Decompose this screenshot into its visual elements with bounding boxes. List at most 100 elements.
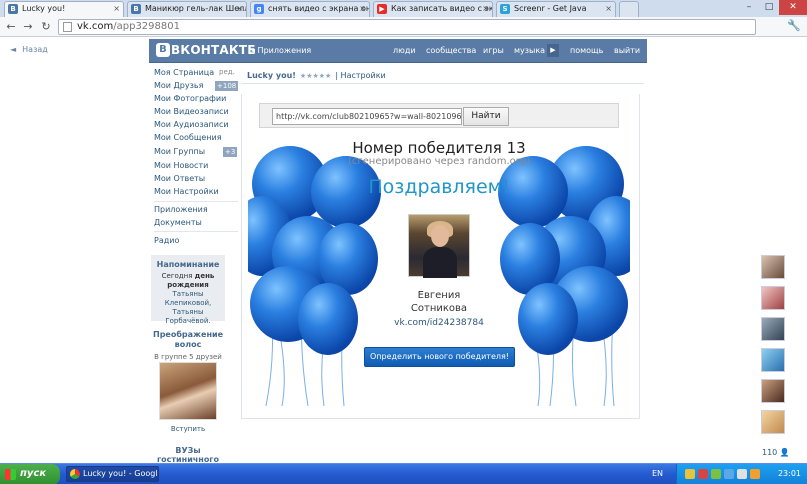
sidebar-item-audio[interactable]: Мои Аудиозаписи bbox=[154, 120, 229, 129]
friend-avatar[interactable] bbox=[761, 379, 785, 403]
friends-badge[interactable]: +108 bbox=[215, 81, 239, 91]
sidebar-item-radio[interactable]: Радио bbox=[154, 236, 179, 245]
close-icon[interactable]: × bbox=[605, 2, 612, 16]
sidebar-item-messages[interactable]: Мои Сообщения bbox=[154, 133, 222, 142]
tray-icon[interactable] bbox=[711, 469, 721, 479]
network-icon[interactable] bbox=[750, 469, 760, 479]
vk-logo-text: ВКОНТАКТЕ bbox=[171, 43, 256, 57]
sidebar-ad[interactable]: Преображение волос В группе 5 друзей Всту… bbox=[151, 330, 225, 433]
app-title-bar: Lucky you! ★★★★★ | Настройки bbox=[247, 71, 386, 80]
search-bar: http://vk.com/club80210965?w=wall-802109… bbox=[259, 103, 619, 128]
ad-title-line: Преображение bbox=[153, 330, 223, 339]
tab-label: Screenr - Get Java bbox=[514, 4, 587, 13]
tray-icon[interactable] bbox=[698, 469, 708, 479]
friend-avatar[interactable] bbox=[761, 410, 785, 434]
reminder-person-link[interactable]: Татьяны bbox=[172, 308, 203, 316]
tab-label: Как записать видео с экрана bbox=[391, 4, 492, 13]
sidebar-item-my-page[interactable]: Моя Страница bbox=[154, 68, 214, 77]
sidebar-item-apps[interactable]: Приложения bbox=[154, 205, 208, 214]
app-settings-link[interactable]: | Настройки bbox=[335, 71, 385, 80]
avatar-face bbox=[431, 225, 449, 247]
join-link[interactable]: Вступить bbox=[151, 425, 225, 433]
friend-avatar[interactable] bbox=[761, 286, 785, 310]
wrench-icon[interactable]: 🔧 bbox=[787, 19, 801, 32]
sidebar-ad-2[interactable]: ВУЗы гостиничного bbox=[151, 446, 225, 464]
sidebar-item-documents[interactable]: Документы bbox=[154, 218, 202, 227]
winner-avatar[interactable] bbox=[408, 214, 470, 278]
ad2-title: ВУЗы bbox=[175, 446, 201, 455]
clock[interactable]: 23:01 bbox=[778, 469, 801, 478]
sidebar-item-friends[interactable]: Мои Друзья bbox=[154, 81, 203, 90]
apps-link[interactable]: ◂ Приложения bbox=[251, 46, 311, 55]
winner-first-name: Евгения bbox=[417, 290, 461, 301]
friends-count[interactable]: 110 👤 bbox=[762, 448, 790, 457]
minimize-button[interactable]: – bbox=[739, 0, 759, 15]
menu-games[interactable]: игры bbox=[483, 46, 504, 55]
tab-google-search[interactable]: g снять видео с экрана онлайн × bbox=[250, 1, 370, 17]
system-tray: EN 23:01 bbox=[652, 464, 807, 484]
browser-tab-bar: В Lucky you! × В Маникюр гель-лак Шеллак… bbox=[0, 0, 807, 17]
reminder-person-link[interactable]: Горбачёвой. bbox=[165, 317, 210, 325]
sidebar-item-videos[interactable]: Мои Видеозаписи bbox=[154, 107, 229, 116]
taskbar-item-chrome[interactable]: Lucky you! - Google ... bbox=[66, 466, 159, 482]
reminder-person-link[interactable]: Татьяны bbox=[172, 290, 203, 298]
menu-help[interactable]: помощь bbox=[570, 46, 603, 55]
address-bar[interactable]: vk.com/app3298801 bbox=[58, 19, 756, 35]
taskbar-item-label: Lucky you! - Google ... bbox=[83, 469, 158, 478]
sidebar-item-settings[interactable]: Мои Настройки bbox=[154, 187, 219, 196]
reload-icon[interactable]: ↻ bbox=[38, 19, 54, 35]
menu-communities[interactable]: сообщества bbox=[426, 46, 476, 55]
find-button[interactable]: Найти bbox=[463, 107, 509, 126]
reminder-bold: день bbox=[194, 272, 215, 280]
back-arrow-icon[interactable]: ← bbox=[3, 19, 19, 35]
friend-avatar[interactable] bbox=[761, 255, 785, 279]
page-icon bbox=[63, 22, 72, 32]
close-icon[interactable]: × bbox=[236, 2, 243, 16]
ad-image[interactable] bbox=[159, 362, 217, 420]
forward-arrow-icon[interactable]: → bbox=[20, 19, 36, 35]
sidebar-item-answers[interactable]: Мои Ответы bbox=[154, 174, 205, 183]
friend-avatar[interactable] bbox=[761, 317, 785, 341]
tab-youtube[interactable]: ▶ Как записать видео с экрана × bbox=[373, 1, 493, 17]
language-indicator[interactable]: EN bbox=[652, 469, 663, 478]
maximize-button[interactable]: □ bbox=[759, 0, 779, 15]
groups-badge[interactable]: +3 bbox=[223, 147, 238, 157]
tab-screenr[interactable]: S Screenr - Get Java × bbox=[496, 1, 616, 17]
tray-icon[interactable] bbox=[685, 469, 695, 479]
new-tab-button[interactable] bbox=[619, 1, 639, 17]
ad-subtitle: В группе 5 друзей bbox=[154, 353, 222, 361]
winner-number: Номер победителя 13 bbox=[352, 139, 526, 157]
close-icon[interactable]: × bbox=[359, 2, 366, 16]
close-icon[interactable]: × bbox=[482, 2, 489, 16]
sidebar-item-news[interactable]: Мои Новости bbox=[154, 161, 208, 170]
sidebar-divider bbox=[154, 201, 238, 202]
reminder-body: Сегодня день рождения Татьяны Клепиковой… bbox=[151, 272, 225, 326]
person-icon: 👤 bbox=[779, 448, 790, 457]
back-link[interactable]: ◄ Назад bbox=[10, 45, 48, 54]
tab-lucky-you[interactable]: В Lucky you! × bbox=[4, 1, 124, 17]
reminder-person-link[interactable]: Клепиковой, bbox=[165, 299, 212, 307]
reminder-title: Напоминание bbox=[156, 260, 220, 269]
volume-icon[interactable] bbox=[737, 469, 747, 479]
friends-count-number: 110 bbox=[762, 448, 778, 457]
menu-music[interactable]: музыка bbox=[514, 46, 545, 55]
sidebar-item-photos[interactable]: Мои Фотографии bbox=[154, 94, 226, 103]
start-button[interactable]: пуск bbox=[0, 464, 60, 484]
menu-people[interactable]: люди bbox=[393, 46, 416, 55]
tab-manicure[interactable]: В Маникюр гель-лак Шеллак × bbox=[127, 1, 247, 17]
tray-icon[interactable] bbox=[724, 469, 734, 479]
close-icon[interactable]: × bbox=[113, 2, 120, 16]
sidebar-item-groups[interactable]: Мои Группы bbox=[154, 147, 205, 156]
ad-title: Преображение волос bbox=[151, 330, 225, 350]
winner-last-name: Сотникова bbox=[410, 303, 468, 314]
friend-avatar[interactable] bbox=[761, 348, 785, 372]
new-winner-button[interactable]: Определить нового победителя! bbox=[364, 347, 515, 367]
menu-logout[interactable]: выйти bbox=[614, 46, 640, 55]
winner-profile-link[interactable]: vk.com/id24238784 bbox=[248, 318, 630, 328]
app-title[interactable]: Lucky you! bbox=[247, 71, 296, 80]
play-icon[interactable]: ▶ bbox=[547, 44, 559, 57]
close-window-button[interactable]: ✕ bbox=[779, 0, 807, 15]
edit-link[interactable]: ред. bbox=[219, 68, 235, 76]
vk-logo[interactable]: В ВКОНТАКТЕ bbox=[156, 43, 256, 57]
post-url-input[interactable]: http://vk.com/club80210965?w=wall-802109… bbox=[272, 108, 462, 125]
